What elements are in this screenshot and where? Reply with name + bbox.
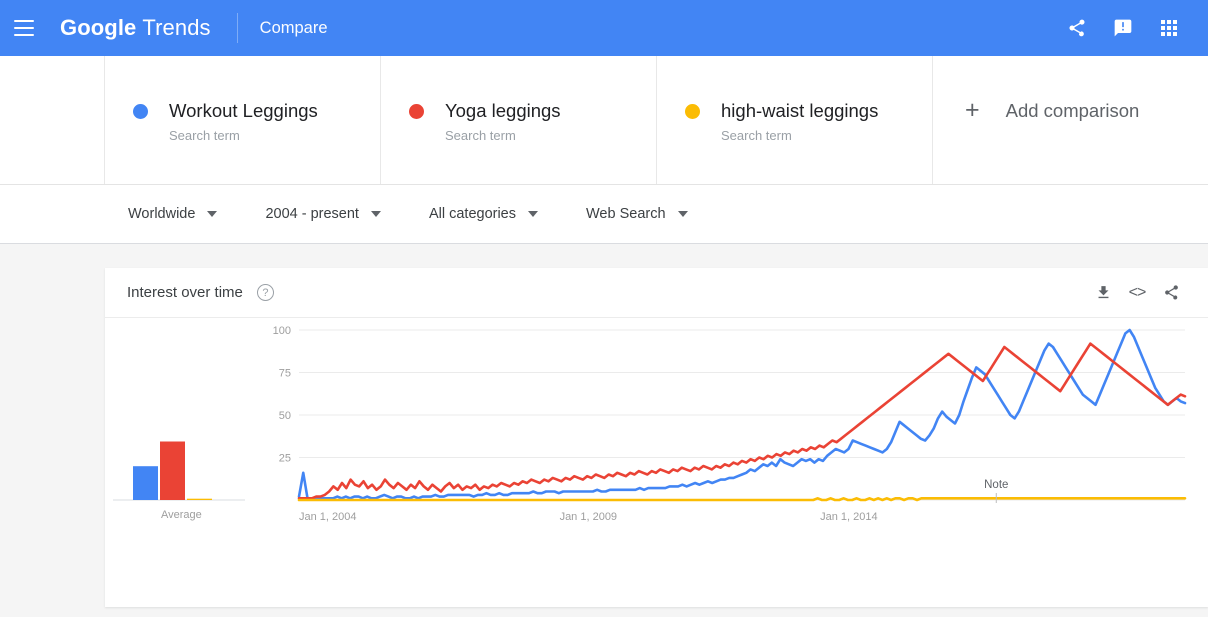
svg-text:100: 100 [273, 325, 291, 337]
timeline-chart[interactable]: 100 75 50 25 Jan 1, 2004 Jan 1, 2009 Jan 1, 20… [255, 318, 1208, 607]
top-app-bar: Google Trends Compare [0, 0, 1208, 56]
svg-text:25: 25 [279, 453, 291, 465]
content-left-gutter [0, 268, 105, 607]
add-comparison-label: Add comparison [1005, 100, 1140, 121]
filter-search-type[interactable]: Web Search [586, 206, 688, 222]
plus-icon: + [965, 96, 980, 124]
term-subtitle: Search term [445, 128, 516, 143]
filter-search-type-label: Web Search [586, 206, 666, 222]
chevron-down-icon [528, 211, 538, 217]
filter-location[interactable]: Worldwide [128, 206, 218, 222]
nav-item-compare[interactable]: Compare [260, 19, 328, 38]
hamburger-line [14, 27, 34, 29]
add-comparison-button[interactable]: + Add comparison [933, 56, 1208, 184]
term-color-dot [133, 103, 148, 119]
svg-text:Jan 1, 2009: Jan 1, 2009 [560, 511, 618, 523]
embed-code-icon[interactable]: <> [1120, 276, 1154, 310]
term-color-dot [409, 103, 424, 119]
svg-text:Jan 1, 2004: Jan 1, 2004 [299, 511, 357, 523]
comparison-term-card-3[interactable]: high-waist leggings Search term [657, 56, 933, 184]
brand-google-text: Google [60, 15, 137, 40]
filter-category-label: All categories [428, 206, 516, 222]
term-name: Yoga leggings [445, 100, 561, 121]
embed-glyph: <> [1128, 283, 1147, 301]
hamburger-line [14, 34, 34, 36]
average-bar-chart: Average [113, 441, 245, 521]
svg-text:50: 50 [279, 410, 291, 422]
card-header: Interest over time ? <> [105, 268, 1208, 318]
download-icon[interactable] [1086, 276, 1120, 310]
term-header: Yoga leggings [409, 100, 656, 122]
interest-line-chart[interactable]: 100 75 50 25 Jan 1, 2004 Jan 1, 2009 Jan 1, 20… [255, 318, 1208, 606]
svg-text:Jan 1, 2014: Jan 1, 2014 [820, 511, 878, 523]
term-subtitle: Search term [169, 128, 240, 143]
svg-text:Note: Note [984, 479, 1008, 491]
term-header: Workout Leggings [133, 100, 380, 122]
filter-time-range-label: 2004 - present [265, 206, 359, 222]
svg-text:Average: Average [161, 509, 202, 521]
share-icon[interactable] [1054, 5, 1100, 51]
term-header: high-waist leggings [685, 100, 932, 122]
filter-time-range[interactable]: 2004 - present [265, 206, 381, 222]
filter-location-label: Worldwide [128, 206, 196, 222]
term-subtitle: Search term [721, 128, 792, 143]
feedback-icon[interactable] [1100, 5, 1146, 51]
brand-logo[interactable]: Google Trends [60, 15, 211, 41]
average-panel: Average [105, 318, 255, 607]
term-color-dot [685, 103, 700, 119]
help-circle-icon[interactable]: ? [256, 284, 274, 301]
chevron-down-icon [677, 211, 688, 217]
content-area: Interest over time ? <> Average 100 75 5… [0, 244, 1208, 607]
comparison-term-card-1[interactable]: Workout Leggings Search term [105, 56, 381, 184]
term-name: Workout Leggings [169, 100, 318, 121]
comparison-left-gutter [0, 56, 105, 184]
filter-bar: Worldwide 2004 - present All categories … [0, 185, 1208, 244]
apps-grid-icon[interactable] [1146, 5, 1192, 51]
header-divider [236, 13, 238, 43]
comparison-term-card-2[interactable]: Yoga leggings Search term [381, 56, 657, 184]
chevron-down-icon [207, 211, 218, 217]
chevron-down-icon [370, 211, 381, 217]
share-icon[interactable] [1154, 276, 1188, 310]
term-name: high-waist leggings [721, 100, 879, 121]
interest-over-time-card: Interest over time ? <> Average 100 75 5… [105, 268, 1208, 607]
hamburger-line [14, 20, 34, 22]
apps-grid-glyph [1161, 20, 1177, 36]
brand-trends-text: Trends [142, 15, 211, 40]
page-title: Interest over time [127, 284, 243, 301]
comparison-terms-row: Workout Leggings Search term Yoga leggin… [0, 56, 1208, 185]
hamburger-menu-icon[interactable] [14, 15, 40, 41]
chart-body: Average 100 75 50 25 Jan 1, 2004 Jan 1, 2009 J… [105, 318, 1208, 607]
svg-text:75: 75 [279, 368, 291, 380]
filter-category[interactable]: All categories [429, 206, 538, 222]
